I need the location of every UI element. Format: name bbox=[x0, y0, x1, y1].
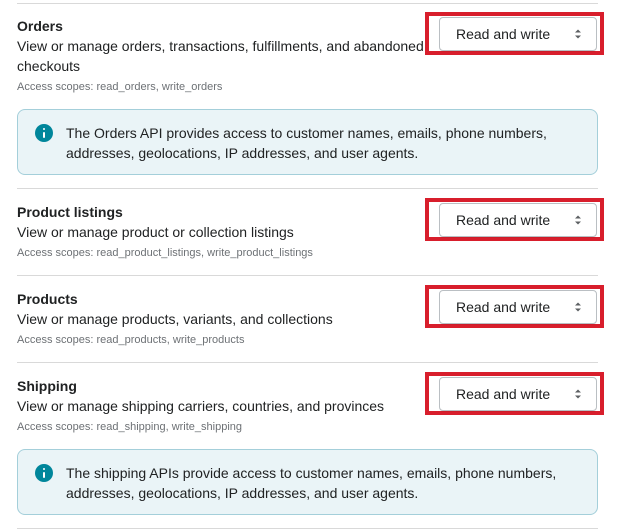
divider bbox=[17, 275, 598, 276]
access-select-value: Read and write bbox=[456, 299, 551, 315]
section-description: View or manage products, variants, and c… bbox=[17, 311, 333, 327]
access-select-value: Read and write bbox=[456, 212, 551, 228]
section-description: View or manage orders, transactions, ful… bbox=[17, 38, 424, 74]
access-select[interactable]: Read and write bbox=[439, 17, 597, 51]
shipping-info-banner: The shipping APIs provide access to cust… bbox=[17, 449, 598, 515]
section-title: Shipping bbox=[17, 378, 77, 394]
access-select-value: Read and write bbox=[456, 26, 551, 42]
access-select-value: Read and write bbox=[456, 386, 551, 402]
select-chevron-icon bbox=[575, 302, 581, 312]
orders-info-banner: The Orders API provides access to custom… bbox=[17, 109, 598, 175]
select-chevron-icon bbox=[575, 29, 581, 39]
divider bbox=[17, 362, 598, 363]
access-scopes: Access scopes: read_product_listings, wr… bbox=[17, 247, 313, 259]
access-scopes: Access scopes: read_shipping, write_ship… bbox=[17, 421, 243, 433]
banner-text: The Orders API provides access to custom… bbox=[66, 125, 547, 161]
divider bbox=[17, 528, 598, 529]
access-scopes: Access scopes: read_orders, write_orders bbox=[17, 81, 223, 93]
access-scopes: Access scopes: read_products, write_prod… bbox=[17, 334, 245, 346]
section-title: Orders bbox=[17, 18, 63, 34]
section-title: Products bbox=[17, 291, 78, 307]
access-select[interactable]: Read and write bbox=[439, 377, 597, 411]
access-select[interactable]: Read and write bbox=[439, 290, 597, 324]
select-chevron-icon bbox=[575, 389, 581, 399]
section-description: View or manage shipping carriers, countr… bbox=[17, 398, 385, 414]
section-description: View or manage product or collection lis… bbox=[17, 224, 294, 240]
banner-text: The shipping APIs provide access to cust… bbox=[66, 465, 557, 501]
info-icon bbox=[35, 464, 53, 482]
section-title: Product listings bbox=[17, 204, 123, 220]
access-select[interactable]: Read and write bbox=[439, 203, 597, 237]
select-chevron-icon bbox=[575, 215, 581, 225]
divider bbox=[17, 188, 598, 189]
divider bbox=[17, 3, 598, 4]
info-icon bbox=[35, 124, 53, 142]
